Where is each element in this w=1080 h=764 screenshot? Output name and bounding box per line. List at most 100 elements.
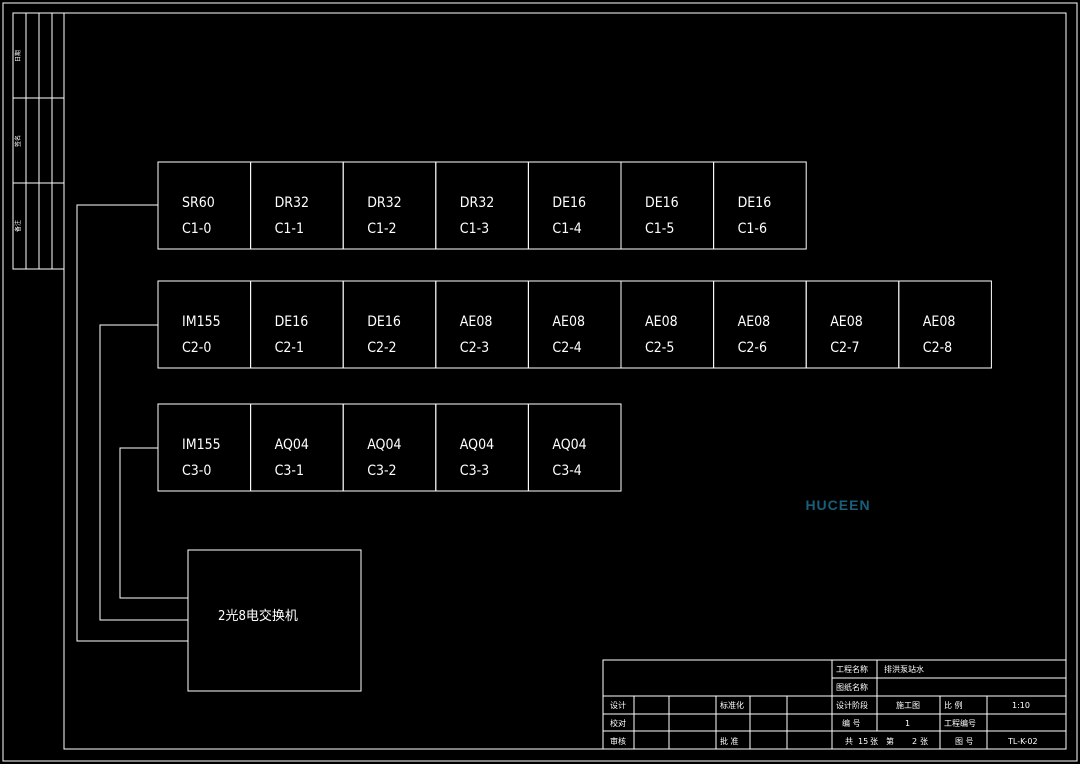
module-cell: AQ04 C3-1	[250, 403, 344, 492]
module-model: IM155	[182, 437, 221, 453]
module-slot: C3-2	[367, 463, 396, 479]
module-slot: C2-1	[275, 340, 304, 356]
review-label: 审核	[610, 736, 626, 746]
total-value: 15	[858, 737, 868, 746]
module-slot: C2-2	[367, 340, 396, 356]
module-model: SR60	[182, 195, 215, 211]
module-cell: DR32 C1-3	[435, 161, 529, 250]
module-row: IM155 C3-0 AQ04 C3-1 AQ04 C3-2 AQ04 C3-3 AQ04 C3-…	[157, 403, 622, 492]
total-label: 共	[845, 737, 853, 746]
page-value: 2	[912, 737, 917, 746]
check-label: 校对	[610, 718, 626, 728]
module-cell: AE08 C2-5	[620, 280, 715, 369]
module-model: AE08	[830, 314, 863, 330]
design-stage-value: 施工图	[896, 700, 920, 710]
module-model: DR32	[275, 195, 309, 211]
module-model: DR32	[367, 195, 401, 211]
module-cell: DE16 C1-5	[620, 161, 715, 250]
left-strip-label-date: 日期	[14, 50, 22, 62]
module-model: DR32	[460, 195, 494, 211]
link-row2-switch	[99, 324, 188, 621]
module-cell: AQ04 C3-3	[435, 403, 529, 492]
link-row1-switch	[76, 204, 188, 642]
module-model: AQ04	[552, 437, 586, 453]
module-cell: AQ04 C3-2	[342, 403, 437, 492]
total-unit: 张	[870, 737, 878, 746]
switch-label: 2光8电交换机	[218, 608, 298, 624]
module-cell: AE08 C2-4	[527, 280, 622, 369]
module-slot: C1-1	[275, 221, 304, 237]
left-strip-label-sign: 签名	[14, 135, 22, 147]
outer-frame	[2, 2, 1078, 762]
module-slot: C2-3	[460, 340, 489, 356]
module-slot: C2-4	[552, 340, 581, 356]
module-slot: C1-4	[552, 221, 581, 237]
module-model: DE16	[367, 314, 401, 330]
module-slot: C2-7	[830, 340, 859, 356]
module-model: AE08	[738, 314, 771, 330]
scale-value: 1:10	[1012, 701, 1030, 710]
module-slot: C2-6	[738, 340, 767, 356]
module-model: AQ04	[460, 437, 494, 453]
module-slot: C1-6	[738, 221, 767, 237]
module-model: DE16	[275, 314, 309, 330]
watermark: HUCEEN	[805, 497, 870, 513]
module-model: AQ04	[275, 437, 309, 453]
project-name-label: 工程名称	[836, 664, 868, 674]
title-block: 工程名称 排洪泵站水 图纸名称 设计 标准化 设计阶段 施工图 比 例 1:10…	[602, 659, 1067, 750]
module-cell: AE08 C2-3	[435, 280, 529, 369]
module-slot: C2-8	[923, 340, 952, 356]
module-model: DE16	[645, 195, 679, 211]
connection-lines	[76, 204, 188, 642]
drawing-name-label: 图纸名称	[836, 682, 868, 692]
project-name-value: 排洪泵站水	[884, 664, 924, 674]
approve-label: 批 准	[720, 736, 739, 746]
module-slot: C3-4	[552, 463, 581, 479]
module-model: DE16	[738, 195, 772, 211]
module-slot: C3-3	[460, 463, 489, 479]
module-model: DE16	[552, 195, 586, 211]
project-no-label: 工程编号	[944, 718, 976, 728]
switch-box: 2光8电交换机	[187, 549, 362, 692]
standard-label: 标准化	[720, 700, 744, 710]
module-slot: C2-5	[645, 340, 674, 356]
sheet-no-value: 1	[905, 719, 910, 728]
module-slot: C1-3	[460, 221, 489, 237]
inner-frame	[63, 12, 1067, 750]
sheet-no-label: 编 号	[842, 718, 861, 728]
left-strip: 日期 签名 备注	[12, 12, 65, 270]
module-slot: C3-0	[182, 463, 211, 479]
module-rows: SR60 C1-0 DR32 C1-1 DR32 C1-2 DR32 C1-3 DE16 C1-4…	[157, 161, 992, 492]
module-slot: C1-2	[367, 221, 396, 237]
module-cell: DE16 C1-4	[527, 161, 622, 250]
page-unit: 张	[920, 737, 928, 746]
module-slot: C3-1	[275, 463, 304, 479]
module-model: AQ04	[367, 437, 401, 453]
module-slot: C1-0	[182, 221, 211, 237]
module-cell: DE16 C2-2	[342, 280, 437, 369]
link-row3-switch	[119, 447, 188, 599]
scale-label: 比 例	[944, 700, 963, 710]
module-cell: AE08 C2-6	[713, 280, 807, 369]
module-model: AE08	[645, 314, 678, 330]
network-diagram: 日期 签名 备注 SR60 C1-0 DR32 C1-1 DR32 C1-2 DR32 C1-…	[2, 2, 1078, 762]
module-cell: DE16 C1-6	[713, 161, 807, 250]
module-row: IM155 C2-0 DE16 C2-1 DE16 C2-2 AE08 C2-3 AE08 C2-…	[157, 280, 992, 369]
module-model: IM155	[182, 314, 221, 330]
module-cell: AQ04 C3-4	[527, 403, 622, 492]
page-label: 第	[886, 736, 894, 746]
design-label: 设计	[610, 700, 626, 710]
module-cell: IM155 C2-0	[157, 280, 252, 369]
module-cell: AE08 C2-8	[898, 280, 992, 369]
module-cell: DR32 C1-2	[342, 161, 437, 250]
module-row: SR60 C1-0 DR32 C1-1 DR32 C1-2 DR32 C1-3 DE16 C1-4…	[157, 161, 807, 250]
design-stage-label: 设计阶段	[836, 700, 868, 710]
left-strip-label-note: 备注	[14, 220, 22, 232]
module-cell: DE16 C2-1	[250, 280, 344, 369]
module-cell: IM155 C3-0	[157, 403, 252, 492]
module-cell: SR60 C1-0	[157, 161, 252, 250]
drawing-no-label: 图 号	[955, 737, 974, 746]
module-model: AE08	[552, 314, 585, 330]
module-slot: C1-5	[645, 221, 674, 237]
module-slot: C2-0	[182, 340, 211, 356]
